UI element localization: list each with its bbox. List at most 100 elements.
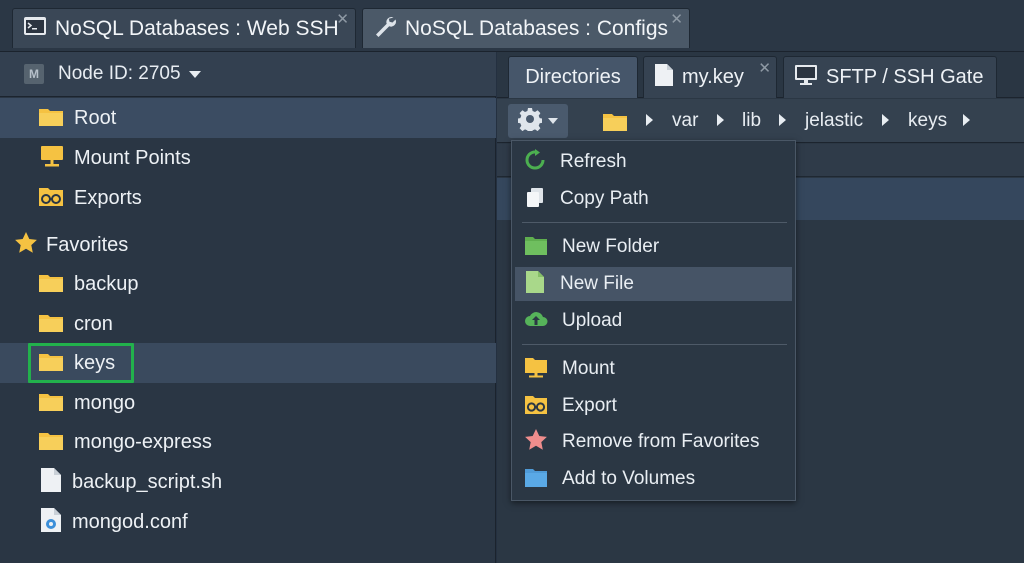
tab-label: NoSQL Databases : Configs <box>405 16 669 40</box>
config-file-icon <box>40 507 62 538</box>
tree-item-label: Root <box>74 106 117 129</box>
tab-sftp-ssh-gate[interactable]: SFTP / SSH Gate <box>783 56 997 98</box>
menu-item-add-volumes[interactable]: Add to Volumes <box>515 462 792 496</box>
node-selector[interactable]: M Node ID: 2705 <box>0 52 496 97</box>
menu-item-label: Refresh <box>560 151 627 172</box>
tree-item-label: Exports <box>74 186 142 209</box>
tree-item-label: keys <box>74 351 116 374</box>
star-icon <box>524 428 548 456</box>
tree-section-favorites[interactable]: Favorites <box>0 225 496 265</box>
tree-item-label: backup_script.sh <box>72 470 223 493</box>
tree-item-exports[interactable]: Exports <box>0 178 496 218</box>
menu-item-new-folder[interactable]: New Folder <box>515 230 792 264</box>
folder-icon <box>38 429 64 456</box>
breadcrumb-separator-icon <box>779 114 786 126</box>
breadcrumb-item[interactable]: var <box>672 110 698 132</box>
tree-item-keys[interactable]: keys <box>0 343 496 383</box>
menu-item-label: Upload <box>562 310 623 331</box>
export-glasses-icon <box>38 185 64 212</box>
folder-icon <box>38 311 64 338</box>
breadcrumb-item[interactable]: jelastic <box>805 110 863 132</box>
breadcrumb-item[interactable]: keys <box>908 110 947 132</box>
file-icon <box>40 467 62 498</box>
node-badge-icon: M <box>24 64 44 84</box>
tree-item-mongo[interactable]: mongo <box>0 383 496 423</box>
tree-item-backup[interactable]: backup <box>0 264 496 304</box>
breadcrumb-item[interactable]: lib <box>742 110 761 132</box>
menu-item-label: Mount <box>562 358 615 379</box>
new-folder-icon <box>524 234 548 261</box>
upload-cloud-icon <box>524 308 548 335</box>
volume-folder-icon <box>524 466 548 493</box>
menu-item-upload[interactable]: Upload <box>515 304 792 338</box>
chevron-down-icon <box>548 118 558 124</box>
mount-icon <box>40 144 64 173</box>
menu-divider <box>522 344 787 345</box>
mount-icon <box>524 356 548 383</box>
tree-item-label: mongo <box>74 391 136 414</box>
menu-item-label: New Folder <box>562 236 660 257</box>
copy-icon <box>524 186 546 213</box>
menu-item-mount[interactable]: Mount <box>515 352 792 386</box>
breadcrumb-separator-icon <box>717 114 724 126</box>
new-file-icon <box>524 270 546 299</box>
folder-icon <box>38 390 64 417</box>
tree-item-cron[interactable]: cron <box>0 304 496 344</box>
tree-item-mongo-express[interactable]: mongo-express <box>0 422 496 462</box>
tab-label: NoSQL Databases : Web SSH <box>55 16 339 40</box>
export-glasses-icon <box>524 393 548 420</box>
breadcrumb-separator-icon <box>646 114 653 126</box>
menu-item-refresh[interactable]: Refresh <box>515 145 792 179</box>
breadcrumb-separator-icon <box>882 114 889 126</box>
node-label: Node ID: 2705 <box>58 63 181 84</box>
star-icon <box>14 231 38 259</box>
tree-item-label: mongo-express <box>74 430 212 453</box>
chevron-down-icon[interactable] <box>188 70 201 78</box>
actions-dropdown-menu: Refresh Copy Path New Folder New File Up… <box>511 140 796 501</box>
menu-item-label: Add to Volumes <box>562 468 696 489</box>
tab-my-key[interactable]: my.key ✕ <box>643 56 777 98</box>
breadcrumb-separator-icon <box>963 114 970 126</box>
path-toolbar: var lib jelastic keys <box>497 99 1024 143</box>
tree-item-root[interactable]: Root <box>0 98 496 138</box>
terminal-icon <box>23 15 47 42</box>
sub-tab-bar: Directories my.key ✕ SFTP / SSH Gate <box>497 52 1024 98</box>
menu-item-label: Export <box>562 395 617 416</box>
gear-icon <box>517 107 543 136</box>
tab-label: SFTP / SSH Gate <box>826 66 984 88</box>
tab-web-ssh[interactable]: NoSQL Databases : Web SSH ✕ <box>12 8 356 48</box>
close-icon[interactable]: ✕ <box>336 12 349 27</box>
tab-configs[interactable]: NoSQL Databases : Configs ✕ <box>362 8 690 48</box>
folder-icon <box>38 271 64 298</box>
tree-section-label: Favorites <box>46 233 129 256</box>
close-icon[interactable]: ✕ <box>670 12 683 27</box>
tab-label: Directories <box>525 66 621 88</box>
tree-item-label: cron <box>74 312 113 335</box>
tree-item-label: backup <box>74 272 139 295</box>
tree-item-mongod-conf[interactable]: mongod.conf <box>0 502 496 542</box>
menu-item-new-file[interactable]: New File <box>515 267 792 301</box>
actions-menu-button[interactable] <box>508 104 568 138</box>
top-tab-bar: NoSQL Databases : Web SSH ✕ NoSQL Databa… <box>0 0 1024 52</box>
tab-label: my.key <box>682 66 744 88</box>
menu-item-remove-favorites[interactable]: Remove from Favorites <box>515 425 792 459</box>
folder-icon[interactable] <box>602 110 628 137</box>
file-tree-panel: M Node ID: 2705 Root Mount Points Export… <box>0 52 496 563</box>
folder-icon <box>38 105 64 132</box>
tree-item-backup-script[interactable]: backup_script.sh <box>0 462 496 502</box>
menu-item-label: Remove from Favorites <box>562 431 760 452</box>
monitor-icon <box>794 64 818 91</box>
menu-item-copy-path[interactable]: Copy Path <box>515 182 792 216</box>
file-icon <box>654 63 674 92</box>
folder-icon <box>38 350 64 377</box>
tree-item-mount-points[interactable]: Mount Points <box>0 138 496 178</box>
menu-item-label: New File <box>560 273 634 294</box>
menu-item-export[interactable]: Export <box>515 389 792 423</box>
close-icon[interactable]: ✕ <box>758 59 771 77</box>
tab-directories[interactable]: Directories <box>508 56 638 98</box>
refresh-icon <box>524 148 546 176</box>
menu-divider <box>522 222 787 223</box>
tree-item-label: mongod.conf <box>72 510 188 533</box>
tree-item-label: Mount Points <box>74 146 191 169</box>
wrench-icon <box>373 14 397 43</box>
